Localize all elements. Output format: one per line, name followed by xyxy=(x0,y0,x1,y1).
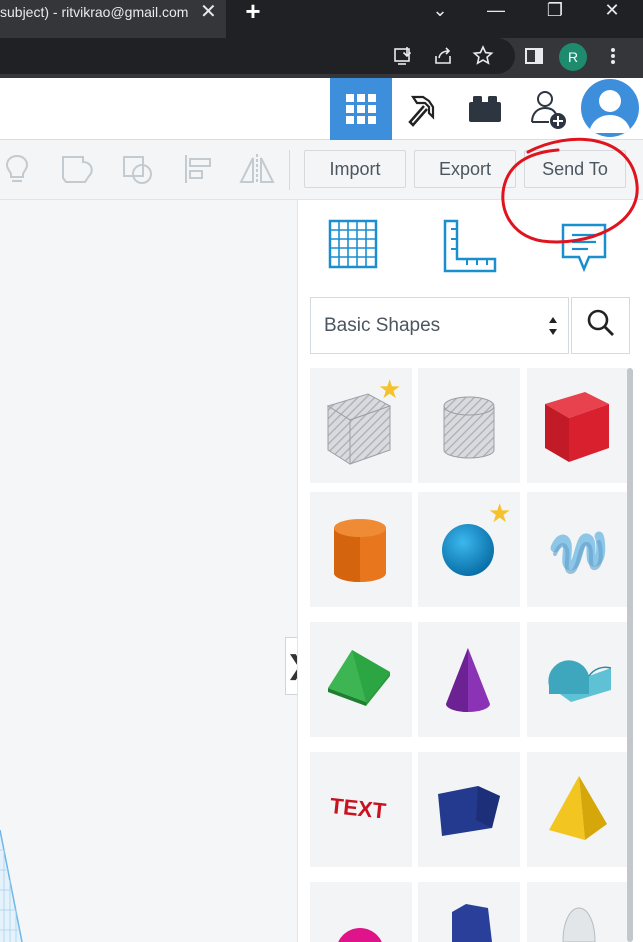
send-to-button[interactable]: Send To xyxy=(524,150,626,188)
text-shape-label: TEXT xyxy=(329,793,388,824)
favorite-star-icon: ★ xyxy=(488,498,512,528)
minimize-button[interactable]: — xyxy=(476,0,516,24)
shapes-panel: Basic Shapes ★ ★ TEXT xyxy=(297,200,643,942)
favorite-star-icon: ★ xyxy=(378,374,402,404)
lego-brick-icon[interactable] xyxy=(454,78,516,140)
note-lightbulb-icon[interactable] xyxy=(0,152,34,186)
search-icon xyxy=(586,308,616,343)
shape-paraboloid[interactable] xyxy=(527,882,629,942)
mirror-icon[interactable] xyxy=(238,152,275,186)
shape-round-roof[interactable] xyxy=(527,622,629,737)
workplane-icon[interactable] xyxy=(324,217,384,275)
shape-scribble[interactable] xyxy=(527,492,629,607)
browser-title-bar: subject) - ritvikrao@gmail.com ✕ + ⌄ — ❐… xyxy=(0,0,643,38)
shape-pyramid[interactable] xyxy=(527,752,629,867)
new-tab-button[interactable]: + xyxy=(238,0,268,24)
panel-scrollbar[interactable] xyxy=(625,366,635,942)
scrollbar-thumb[interactable] xyxy=(627,368,633,942)
export-button[interactable]: Export xyxy=(414,150,516,188)
user-avatar[interactable] xyxy=(581,79,639,137)
shape-sphere[interactable]: ★ xyxy=(418,492,520,607)
tab-close-icon[interactable]: ✕ xyxy=(200,0,217,24)
search-button[interactable] xyxy=(571,297,630,354)
invite-user-icon[interactable] xyxy=(516,78,578,140)
browser-toolbar: R xyxy=(0,38,643,78)
select-arrows-icon xyxy=(548,315,558,339)
tab-search-icon[interactable]: ⌄ xyxy=(420,0,460,24)
tinkercad-header xyxy=(0,78,643,140)
close-window-button[interactable]: ✕ xyxy=(592,0,632,24)
shape-library-select[interactable]: Basic Shapes xyxy=(310,297,569,354)
tab-title: subject) - ritvikrao@gmail.com xyxy=(0,4,189,20)
shape-box[interactable] xyxy=(527,368,629,483)
shape-cylinder[interactable] xyxy=(310,492,412,607)
workplane-toolbar: Import Export Send To xyxy=(0,140,643,200)
shape-library-label: Basic Shapes xyxy=(324,315,441,336)
ruler-icon[interactable] xyxy=(439,217,499,275)
browser-tab[interactable]: subject) - ritvikrao@gmail.com ✕ xyxy=(0,0,226,38)
restore-button[interactable]: ❐ xyxy=(535,0,575,24)
side-panel-icon[interactable] xyxy=(522,44,546,68)
workplane-grid xyxy=(0,830,23,942)
shape-polygon-prism[interactable] xyxy=(418,752,520,867)
notes-icon[interactable] xyxy=(555,217,615,275)
toolbar-divider xyxy=(289,150,290,190)
menu-dots-icon[interactable] xyxy=(601,44,625,68)
shape-cylinder-hole[interactable] xyxy=(418,368,520,483)
shape-half-sphere[interactable] xyxy=(310,882,412,942)
codeblocks-pickaxe-icon[interactable] xyxy=(392,78,454,140)
install-app-icon[interactable] xyxy=(392,44,416,68)
shape-cone[interactable] xyxy=(418,622,520,737)
share-icon[interactable] xyxy=(431,44,455,68)
shape-polygon[interactable] xyxy=(418,882,520,942)
shape-text[interactable]: TEXT xyxy=(310,752,412,867)
group-icon[interactable] xyxy=(60,152,94,186)
ungroup-icon[interactable] xyxy=(121,152,155,186)
shape-roof[interactable] xyxy=(310,622,412,737)
chrome-profile-avatar[interactable]: R xyxy=(559,43,587,71)
align-icon[interactable] xyxy=(181,152,215,186)
workplane-canvas[interactable]: ❯ xyxy=(0,200,308,942)
3d-design-grid-icon[interactable] xyxy=(330,78,392,140)
shape-box-hole[interactable]: ★ xyxy=(310,368,412,483)
star-bookmark-icon[interactable] xyxy=(471,44,495,68)
import-button[interactable]: Import xyxy=(304,150,406,188)
